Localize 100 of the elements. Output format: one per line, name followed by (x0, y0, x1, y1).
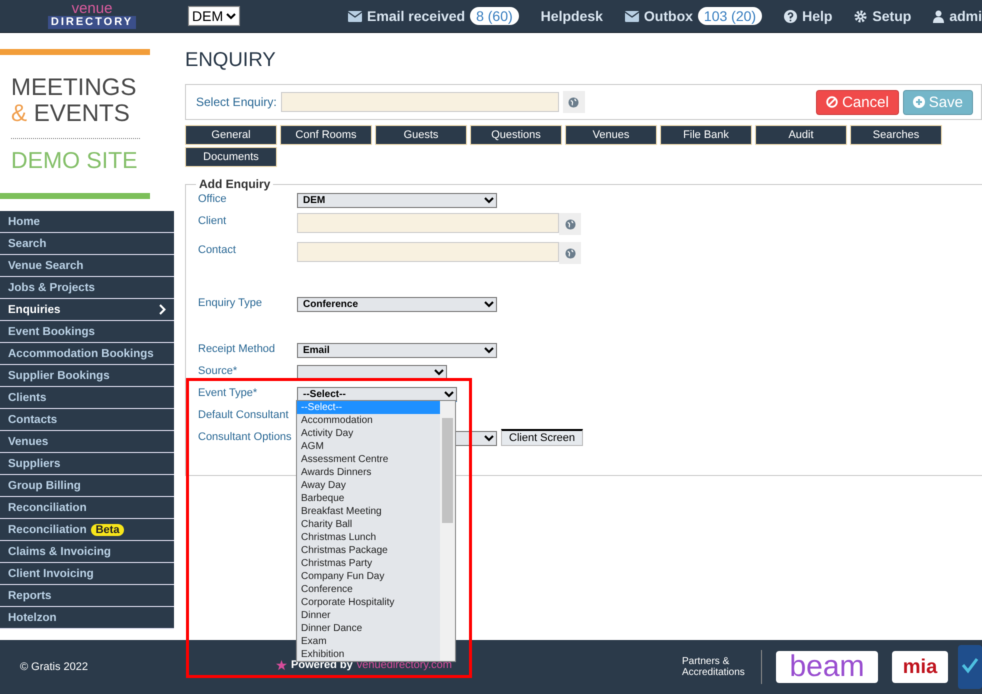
count-badge: 103 (20) (698, 7, 762, 25)
plus-icon (912, 96, 925, 108)
chevron-down-icon (484, 347, 494, 354)
tab[interactable]: Documents (185, 147, 277, 167)
tab[interactable]: General (185, 125, 277, 145)
sidebar-item[interactable]: Reconciliation Beta (0, 519, 174, 541)
lookup-button[interactable] (562, 91, 585, 113)
sidebar-item[interactable]: Client Invoicing (0, 563, 174, 585)
dropdown-option[interactable]: Awards Dinners (297, 466, 440, 479)
sidebar-item-label: Jobs & Projects (8, 282, 95, 294)
sidebar-item[interactable]: Home (0, 211, 174, 233)
select-field[interactable]: Conference (297, 297, 497, 312)
select-field[interactable]: Email (297, 343, 497, 358)
field-label: Event Type* (198, 386, 258, 399)
field-label: Source* (198, 364, 238, 377)
tab[interactable]: Venues (565, 125, 657, 145)
tab[interactable]: Questions (470, 125, 562, 145)
dropdown-option[interactable]: Exhibition (297, 648, 440, 661)
header-link[interactable]: Setup (854, 8, 912, 24)
envelope-icon (348, 10, 362, 22)
sidebar-item-label: Reconciliation (8, 502, 87, 514)
header-link-label: Setup (872, 8, 912, 24)
tab[interactable]: Audit (755, 125, 847, 145)
scrollbar[interactable] (440, 401, 455, 661)
header-link[interactable]: Helpdesk (540, 8, 603, 24)
page-title: ENQUIRY (185, 49, 277, 72)
field-label: Consultant Options (198, 430, 293, 443)
chevron-down-icon (484, 301, 494, 308)
dropdown-option[interactable]: Dinner Dance (297, 622, 440, 635)
sidebar-item-label: Supplier Bookings (8, 370, 110, 382)
globe-icon (564, 248, 576, 258)
sidebar-item[interactable]: Venue Search (0, 255, 174, 277)
sidebar-item[interactable]: Event Bookings (0, 321, 174, 343)
chevron-right-icon (159, 304, 166, 315)
header-link-label: admi (949, 8, 982, 24)
sidebar-item[interactable]: Supplier Bookings (0, 365, 174, 387)
sidebar-item[interactable]: Reconciliation (0, 497, 174, 519)
field-label: Office (198, 192, 228, 205)
field-label: Client (198, 214, 228, 227)
header-link[interactable]: admi (933, 8, 982, 24)
office-select[interactable]: DEM (188, 6, 240, 26)
dropdown-option[interactable]: Breakfast Meeting (297, 505, 440, 518)
select-field[interactable]: DEM (297, 193, 497, 208)
sidebar-item[interactable]: Enquiries (0, 299, 174, 321)
dropdown-option[interactable]: Barbeque (297, 492, 440, 505)
sidebar-item-label: Client Invoicing (8, 568, 94, 580)
venue-directory-logo[interactable]: venue DIRECTORY (46, 1, 138, 31)
client-screen-button[interactable]: Client Screen (501, 429, 584, 446)
tab[interactable]: File Bank (660, 125, 752, 145)
dropdown-option[interactable]: AGM (297, 440, 440, 453)
header-link[interactable]: Outbox 103 (20) (624, 7, 762, 25)
sidebar-item-label: Venue Search (8, 260, 84, 272)
sidebar-item[interactable]: Search (0, 233, 174, 255)
header-link-label: Outbox (644, 8, 693, 24)
sidebar-item-label: Clients (8, 392, 46, 404)
lookup-button[interactable] (559, 242, 581, 264)
tab[interactable]: Searches (850, 125, 942, 145)
dropdown-option[interactable]: Christmas Package (297, 544, 440, 557)
sidebar-item-label: Hotelzon (8, 612, 57, 624)
dropdown-option[interactable]: Corporate Hospitality (297, 596, 440, 609)
enquiry-input-field[interactable] (280, 92, 559, 112)
header-link-label: Help (802, 8, 832, 24)
header-link[interactable]: Help (784, 8, 832, 24)
sidebar-item[interactable]: Group Billing (0, 475, 174, 497)
brand-subtitle: DEMO SITE (11, 148, 139, 172)
dropdown-option[interactable]: Activity Day (297, 427, 440, 440)
sidebar-item-label: Home (8, 216, 40, 228)
sidebar-item[interactable]: Hotelzon (0, 607, 174, 629)
header-link[interactable]: Email received 8 (60) (348, 7, 519, 25)
dropdown-option[interactable]: Company Fun Day (297, 570, 440, 583)
sidebar-item[interactable]: Jobs & Projects (0, 277, 174, 299)
sidebar-item[interactable]: Venues (0, 431, 174, 453)
sidebar-item[interactable]: Reports (0, 585, 174, 607)
dropdown-option[interactable]: Exam (297, 635, 440, 648)
field-label: Receipt Method (198, 342, 276, 355)
tab[interactable]: Conf Rooms (280, 125, 372, 145)
sidebar-item-label: Group Billing (8, 480, 81, 492)
cancel-button[interactable]: Cancel (816, 90, 899, 114)
dropdown-option[interactable]: Charity Ball (297, 518, 440, 531)
dropdown-option[interactable]: Assessment Centre (297, 453, 440, 466)
section-legend: Add Enquiry (196, 177, 274, 191)
settings-icon (854, 10, 868, 22)
sidebar-item[interactable]: Suppliers (0, 453, 174, 475)
brand-title: & EVENTS (11, 101, 131, 128)
dropdown-option[interactable]: Accommodation (297, 414, 440, 427)
dropdown-option[interactable]: Christmas Lunch (297, 531, 440, 544)
sidebar-item[interactable]: Accommodation Bookings (0, 343, 174, 365)
dropdown-option[interactable]: Christmas Party (297, 557, 440, 570)
tab[interactable]: Guests (375, 125, 467, 145)
dropdown-option[interactable]: Conference (297, 583, 440, 596)
dropdown-option[interactable]: Away Day (297, 479, 440, 492)
sidebar-item-label: Venues (8, 436, 48, 448)
sidebar-item[interactable]: Contacts (0, 409, 174, 431)
lookup-button[interactable] (559, 213, 581, 235)
dropdown-option[interactable]: Dinner (297, 609, 440, 622)
sidebar-item[interactable]: Clients (0, 387, 174, 409)
sidebar-item[interactable]: Claims & Invoicing (0, 541, 174, 563)
partner-logo: mia (892, 651, 948, 683)
lookup-input-field[interactable] (297, 242, 559, 262)
lookup-input-field[interactable] (297, 213, 559, 233)
